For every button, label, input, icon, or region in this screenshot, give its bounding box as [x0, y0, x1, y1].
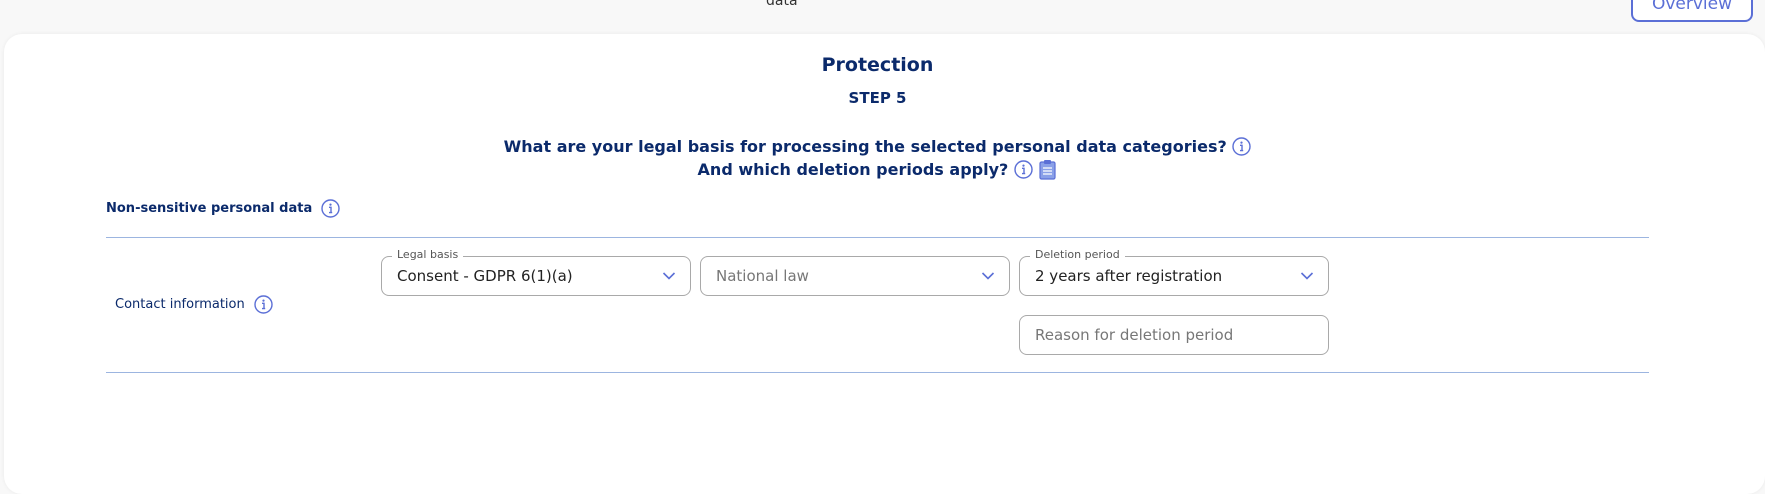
clipboard-icon[interactable]	[1038, 159, 1057, 180]
deletion-period-select[interactable]: Deletion period 2 years after registrati…	[1019, 248, 1329, 296]
section-title-text: Non-sensitive personal data	[106, 201, 313, 216]
section-title: Non-sensitive personal data	[106, 199, 340, 218]
deletion-reason-input[interactable]: Reason for deletion period	[1019, 315, 1329, 355]
info-icon[interactable]	[254, 295, 273, 314]
row-label-contact-information: Contact information	[115, 295, 273, 314]
row-label-text: Contact information	[115, 297, 245, 312]
info-icon[interactable]	[1232, 137, 1252, 156]
deletion-period-legend: Deletion period	[1030, 248, 1125, 261]
overview-button[interactable]: Overview	[1631, 0, 1753, 22]
info-icon[interactable]	[1014, 160, 1033, 179]
page-title: Protection	[821, 54, 934, 76]
deletion-period-value: 2 years after registration	[1035, 267, 1223, 285]
national-law-select[interactable]: National law	[700, 256, 1010, 296]
info-icon[interactable]	[321, 199, 340, 218]
legal-basis-value: Consent - GDPR 6(1)(a)	[397, 267, 573, 285]
question-legal-basis-text: What are your legal basis for processing…	[503, 137, 1227, 156]
divider	[106, 372, 1649, 373]
legal-basis-legend: Legal basis	[392, 248, 464, 261]
top-data-label: data	[766, 0, 798, 9]
question-deletion-periods: And which deletion periods apply?	[0, 159, 1755, 180]
deletion-reason-placeholder: Reason for deletion period	[1035, 326, 1234, 344]
chevron-down-icon	[662, 272, 676, 280]
question-deletion-periods-text: And which deletion periods apply?	[697, 160, 1009, 179]
divider	[106, 237, 1649, 238]
question-legal-basis: What are your legal basis for processing…	[0, 136, 1755, 156]
national-law-placeholder: National law	[716, 267, 809, 285]
chevron-down-icon	[1300, 272, 1314, 280]
step-label: STEP 5	[848, 89, 907, 107]
top-strip: data Overview	[0, 0, 1765, 36]
chevron-down-icon	[981, 272, 995, 280]
legal-basis-select[interactable]: Legal basis Consent - GDPR 6(1)(a)	[381, 248, 691, 296]
